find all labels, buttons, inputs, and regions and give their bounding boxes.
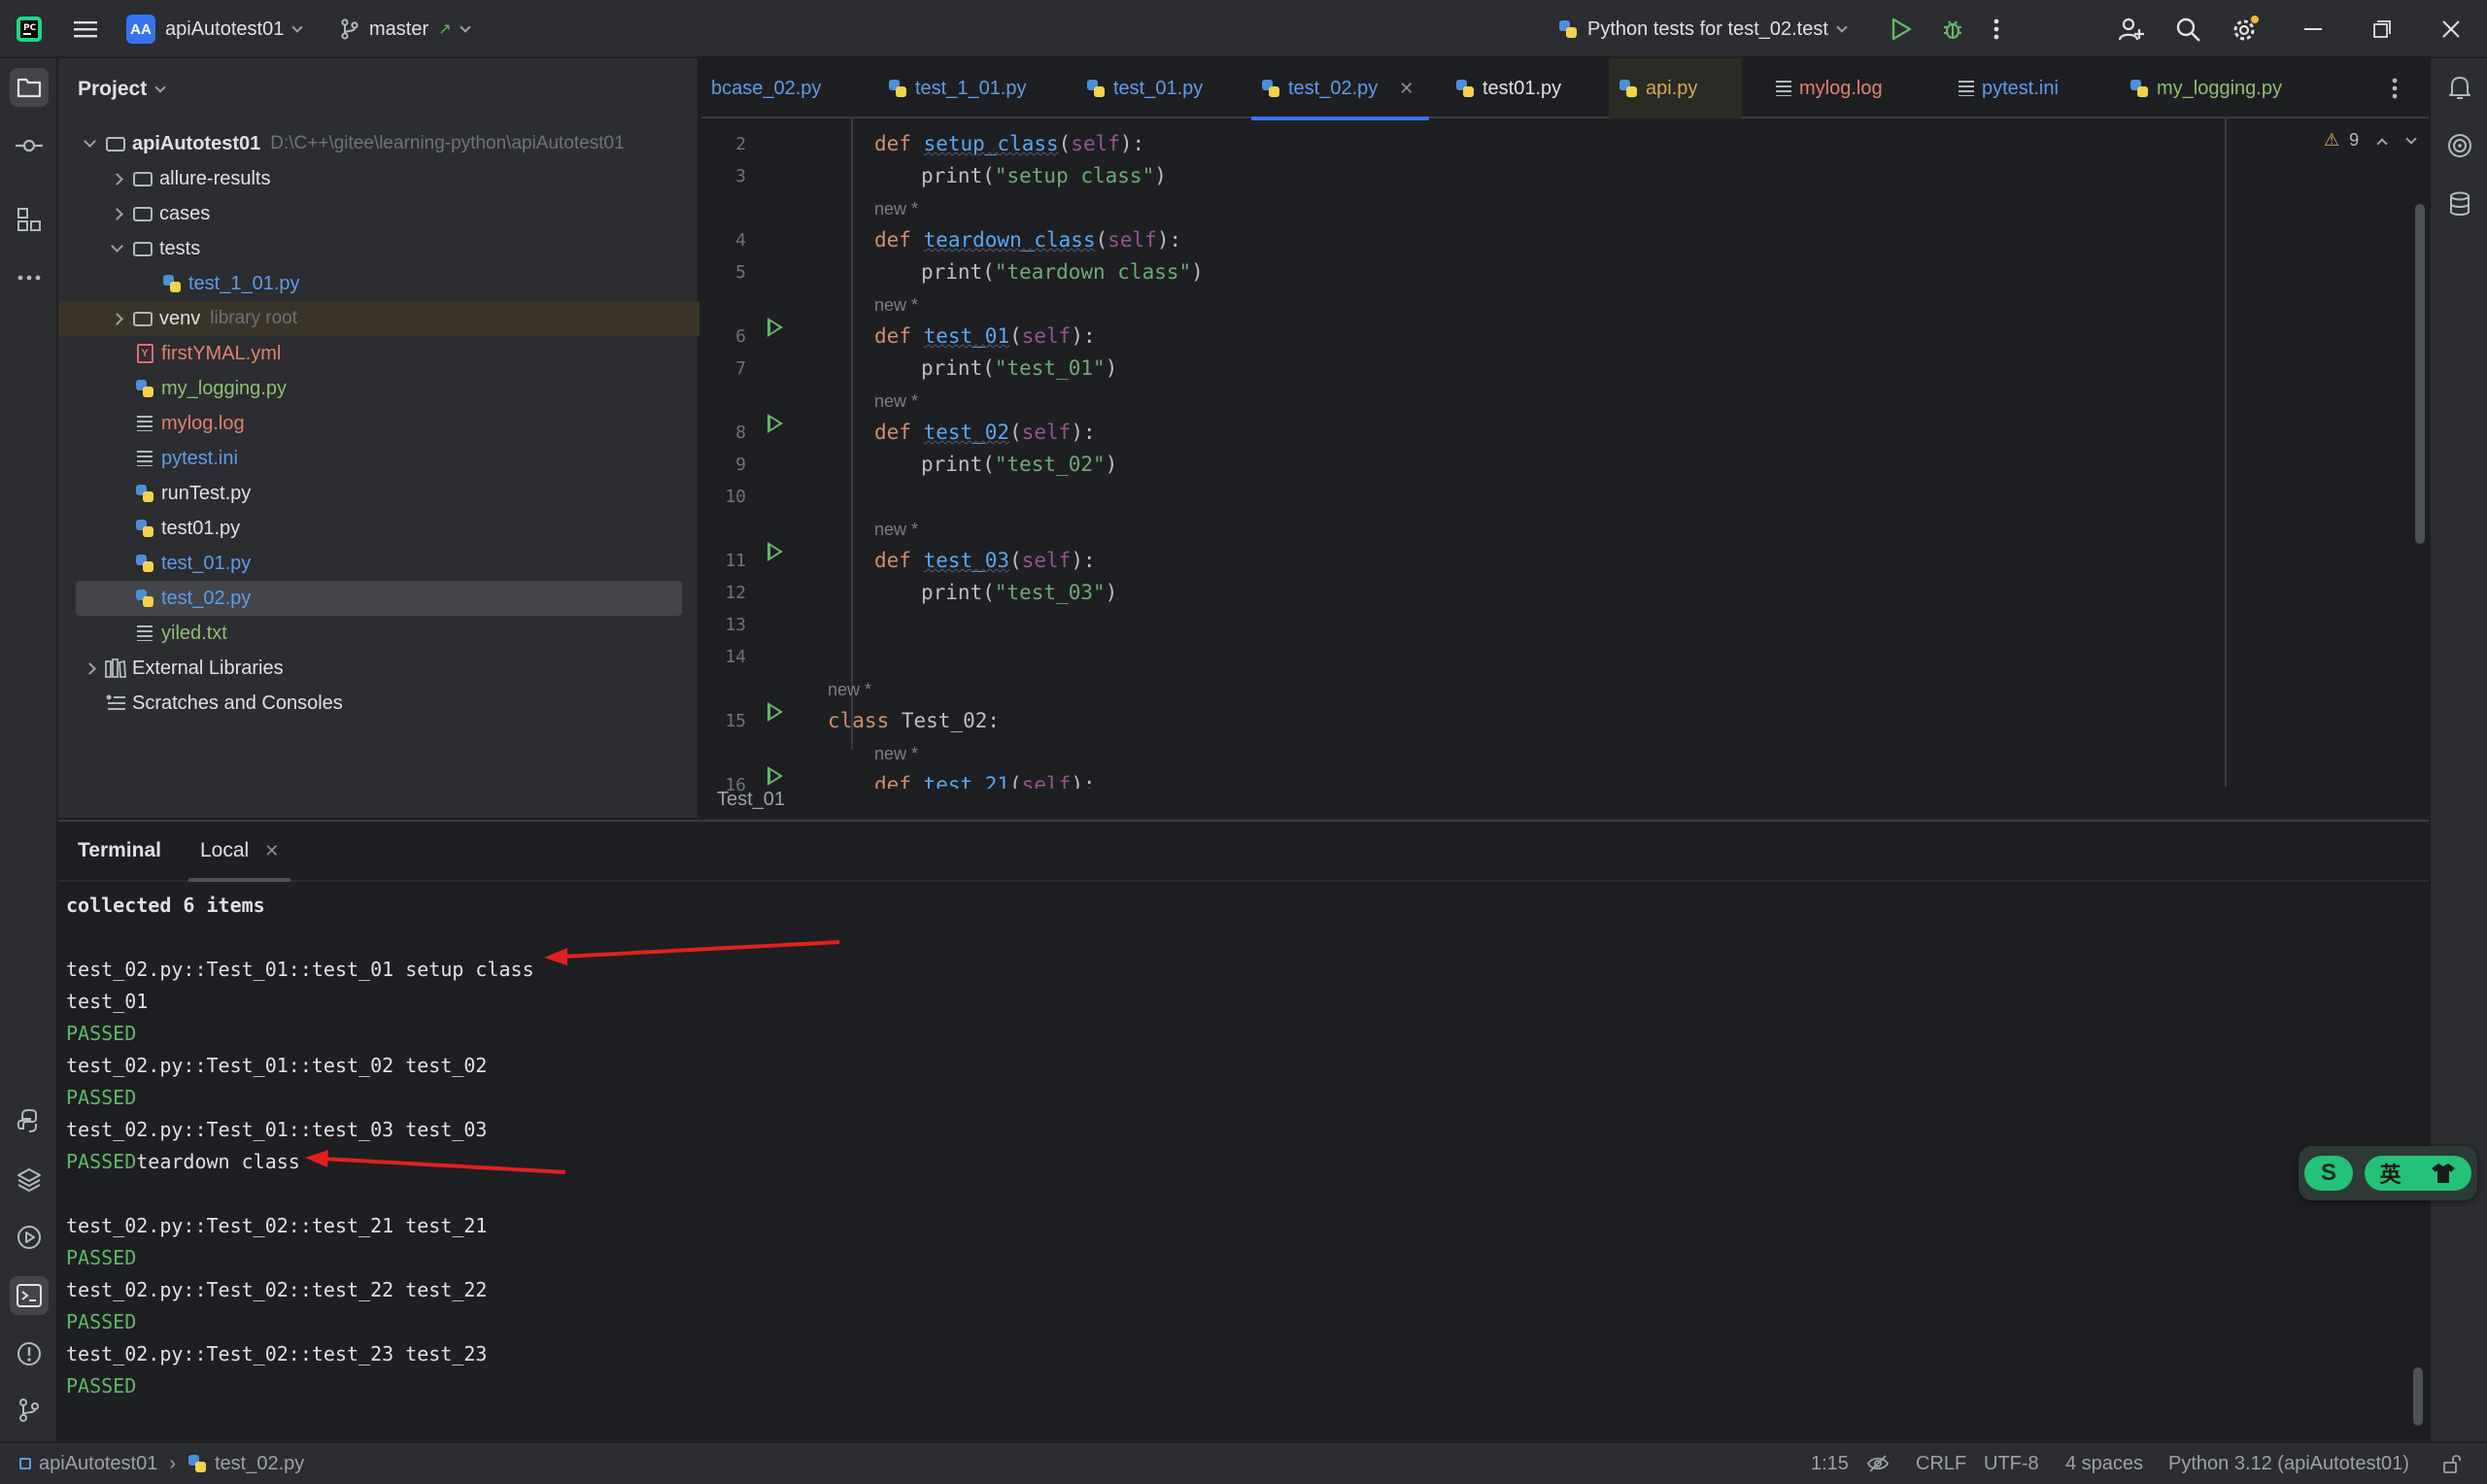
indent-setting[interactable]: 4 spaces xyxy=(2065,1443,2143,1484)
shirt-skin-icon[interactable] xyxy=(2431,1163,2456,1184)
no-inspections-eye-icon[interactable] xyxy=(1867,1443,1889,1484)
line-separator[interactable]: CRLF xyxy=(1916,1443,1966,1484)
ime-floating-widget[interactable]: S 英 xyxy=(2299,1146,2477,1200)
status-project: apiAutotest01 xyxy=(39,1452,158,1474)
module-icon xyxy=(19,1458,31,1469)
ime-language-toggle[interactable]: 英 xyxy=(2379,1158,2401,1189)
caret-position[interactable]: 1:15 xyxy=(1811,1443,1849,1484)
annotation-arrow xyxy=(544,940,840,965)
annotation-arrow xyxy=(305,1150,566,1174)
status-file: test_02.py xyxy=(215,1452,305,1474)
python-interpreter[interactable]: Python 3.12 (apiAutotest01) xyxy=(2168,1443,2409,1484)
chevron-right-icon: › xyxy=(169,1452,176,1474)
annotation-arrows xyxy=(305,940,840,1174)
ime-logo: S xyxy=(2304,1156,2353,1191)
file-encoding[interactable]: UTF-8 xyxy=(1984,1443,2039,1484)
file-lock-icon[interactable] xyxy=(2442,1443,2462,1484)
status-bar: apiAutotest01 › test_02.py 1:15 CRLF UTF… xyxy=(0,1441,2487,1484)
status-breadcrumb[interactable]: apiAutotest01 › test_02.py xyxy=(19,1443,304,1484)
python-file-icon xyxy=(187,1454,207,1473)
